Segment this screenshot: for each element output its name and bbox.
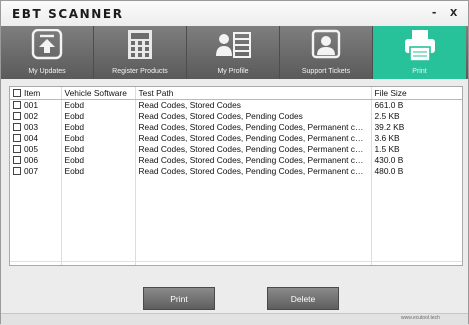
cell-test-path: Read Codes, Stored Codes, Pending Codes,…	[135, 144, 372, 155]
cell-item: 004	[10, 133, 62, 144]
files-table-panel: Item Vehicle Software Test Path File Siz…	[9, 86, 463, 266]
cell-file-size: 1.5 KB	[371, 144, 462, 155]
cell-item: 006	[10, 155, 62, 166]
cell-file-size: 661.0 B	[371, 99, 462, 111]
cell-vehicle-software: Eobd	[61, 166, 136, 177]
column-header-test-path[interactable]: Test Path	[135, 87, 372, 100]
cell-test-path: Read Codes, Stored Codes, Pending Codes	[135, 111, 372, 122]
app-title: EBT SCANNER	[12, 7, 124, 21]
upload-icon	[31, 29, 63, 60]
row-checkbox[interactable]	[13, 145, 21, 153]
cell-vehicle-software: Eobd	[61, 99, 136, 111]
cell-item: 001	[10, 99, 62, 111]
delete-button[interactable]: Delete	[267, 287, 339, 310]
empty-row	[10, 210, 462, 221]
profile-icon	[216, 32, 251, 58]
cell-item: 003	[10, 122, 62, 133]
cell-vehicle-software: Eobd	[61, 155, 136, 166]
files-table: Item Vehicle Software Test Path File Siz…	[10, 87, 462, 265]
table-row[interactable]: 007 Eobd Read Codes, Stored Codes, Pending…	[10, 166, 462, 177]
empty-row	[10, 232, 462, 243]
row-checkbox[interactable]	[13, 101, 21, 109]
row-checkbox[interactable]	[13, 156, 21, 164]
nav-support-tickets[interactable]: Support Tickets	[280, 26, 373, 79]
row-checkbox[interactable]	[13, 167, 21, 175]
cell-file-size: 39.2 KB	[371, 122, 462, 133]
title-bar: EBT SCANNER - x	[1, 1, 468, 26]
status-text: www.ecutool.tech	[401, 315, 440, 321]
table-row[interactable]: 004 Eobd Read Codes, Stored Codes, Pending…	[10, 133, 462, 144]
cell-file-size: 430.0 B	[371, 155, 462, 166]
nav-label: Register Products	[112, 68, 168, 75]
cell-vehicle-software: Eobd	[61, 122, 136, 133]
nav-my-updates[interactable]: My Updates	[1, 26, 94, 79]
cell-item: 007	[10, 166, 62, 177]
empty-row	[10, 188, 462, 199]
nav-label: Support Tickets	[301, 68, 351, 75]
cell-vehicle-software: Eobd	[61, 111, 136, 122]
cell-item: 005	[10, 144, 62, 155]
cell-file-size: 3.6 KB	[371, 133, 462, 144]
nav-register-products[interactable]: Register Products	[94, 26, 187, 79]
print-button[interactable]: Print	[143, 287, 215, 310]
cell-test-path: Read Codes, Stored Codes, Pending Codes,…	[135, 133, 372, 144]
status-bar: www.ecutool.tech	[1, 313, 468, 325]
calculator-icon	[128, 30, 152, 59]
table-row[interactable]: 002 Eobd Read Codes, Stored Codes, Pending…	[10, 111, 462, 122]
cell-file-size: 480.0 B	[371, 166, 462, 177]
column-header-item[interactable]: Item	[10, 87, 62, 100]
cell-test-path: Read Codes, Stored Codes, Pending Codes,…	[135, 155, 372, 166]
nav-label: My Updates	[28, 68, 66, 75]
cell-vehicle-software: Eobd	[61, 133, 136, 144]
nav-print[interactable]: Print	[373, 26, 466, 79]
row-checkbox[interactable]	[13, 134, 21, 142]
main-navigation: My Updates Register Products My Profile	[1, 26, 468, 79]
cell-vehicle-software: Eobd	[61, 144, 136, 155]
empty-row	[10, 177, 462, 188]
cell-item: 002	[10, 111, 62, 122]
nav-label: My Profile	[217, 68, 249, 75]
table-row[interactable]: 001 Eobd Read Codes, Stored Codes 661.0 B	[10, 99, 462, 111]
table-row[interactable]: 006 Eobd Read Codes, Stored Codes, Pending…	[10, 155, 462, 166]
cell-test-path: Read Codes, Stored Codes, Pending Codes,…	[135, 166, 372, 177]
cell-test-path: Read Codes, Stored Codes, Pending Codes,…	[135, 122, 372, 133]
column-header-file-size[interactable]: File Size	[371, 87, 462, 100]
nav-my-profile[interactable]: My Profile	[187, 26, 280, 79]
select-all-checkbox[interactable]	[13, 88, 21, 97]
row-checkbox[interactable]	[13, 123, 21, 131]
table-bottom-edge	[10, 261, 462, 265]
nav-label: Print	[412, 68, 427, 75]
table-header-row: Item Vehicle Software Test Path File Siz…	[10, 87, 462, 100]
app-window: EBT SCANNER - x My Updates Register Prod…	[0, 0, 469, 325]
minimize-button[interactable]: -	[432, 4, 436, 19]
table-row[interactable]: 005 Eobd Read Codes, Stored Codes, Pending…	[10, 144, 462, 155]
printer-icon	[404, 30, 435, 62]
support-icon	[311, 29, 341, 59]
empty-row	[10, 243, 462, 254]
cell-test-path: Read Codes, Stored Codes	[135, 99, 372, 111]
cell-file-size: 2.5 KB	[371, 111, 462, 122]
row-checkbox[interactable]	[13, 112, 21, 120]
table-row[interactable]: 003 Eobd Read Codes, Stored Codes, Pending…	[10, 122, 462, 133]
column-header-vehicle-software[interactable]: Vehicle Software	[61, 87, 136, 100]
empty-row	[10, 221, 462, 232]
close-button[interactable]: x	[450, 4, 457, 19]
empty-row	[10, 199, 462, 210]
